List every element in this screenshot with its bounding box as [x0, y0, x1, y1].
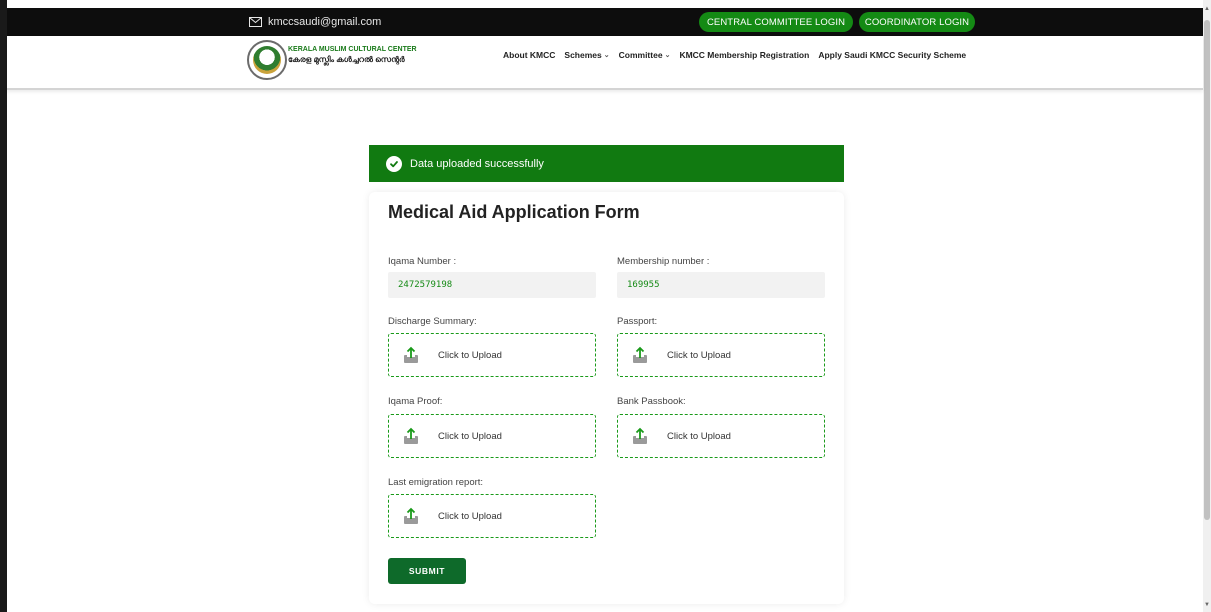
upload-icon: [404, 507, 418, 524]
medical-aid-form-card: Medical Aid Application Form Iqama Numbe…: [369, 192, 844, 604]
page-scrollbar[interactable]: ▲ ▼: [1203, 0, 1211, 612]
last-emigration-report-label: Last emigration report:: [388, 477, 484, 488]
success-alert: Data uploaded successfully: [369, 145, 844, 182]
nav-item-label: Apply Saudi KMCC Security Scheme: [818, 50, 967, 60]
nav-item-label: Schemes: [564, 50, 602, 60]
iqama-proof-upload[interactable]: Click to Upload: [388, 414, 596, 458]
check-circle-icon: [386, 155, 402, 172]
upload-action-text: Click to Upload: [667, 430, 731, 442]
contact-email[interactable]: kmccsaudi@gmail.com: [249, 8, 381, 36]
top-bar: kmccsaudi@gmail.com CENTRAL COMMITTEE LO…: [7, 8, 1203, 36]
nav-item-schemes[interactable]: Schemes ⌄: [564, 50, 609, 60]
scroll-up-icon[interactable]: ▲: [1204, 6, 1210, 12]
submit-button[interactable]: SUBMIT: [388, 558, 466, 584]
discharge-summary-label: Discharge Summary:: [388, 316, 477, 327]
site-header: KERALA MUSLIM CULTURAL CENTER കേരള മുസ്ല…: [7, 36, 1203, 90]
passport-label: Passport:: [617, 316, 658, 327]
success-alert-message: Data uploaded successfully: [410, 157, 544, 170]
last-emigration-report-upload[interactable]: Click to Upload: [388, 494, 596, 538]
brand-name[interactable]: KERALA MUSLIM CULTURAL CENTER കേരള മുസ്ല…: [288, 46, 417, 65]
upload-icon: [633, 346, 647, 363]
scroll-down-icon[interactable]: ▼: [1204, 602, 1210, 608]
window-left-edge: [0, 0, 7, 612]
iqama-number-label: Iqama Number :: [388, 256, 457, 267]
nav-item-committee[interactable]: Committee ⌄: [619, 50, 671, 60]
mail-icon: [249, 17, 262, 27]
brand-name-english: KERALA MUSLIM CULTURAL CENTER: [288, 46, 417, 53]
membership-number-field[interactable]: 169955: [617, 272, 825, 298]
nav-item-label: KMCC Membership Registration: [679, 50, 810, 60]
bank-passbook-label: Bank Passbook:: [617, 396, 686, 407]
contact-email-text: kmccsaudi@gmail.com: [268, 16, 382, 28]
upload-action-text: Click to Upload: [438, 510, 502, 522]
upload-icon: [404, 346, 418, 363]
coordinator-login-button[interactable]: COORDINATOR LOGIN: [859, 12, 975, 32]
upload-action-text: Click to Upload: [438, 349, 502, 361]
iqama-number-field[interactable]: 2472579198: [388, 272, 596, 298]
logo-emblem: [253, 46, 281, 74]
brand-name-malayalam: കേരള മുസ്ലിം കൾച്ചറൽ സെന്റർ: [288, 55, 405, 64]
iqama-proof-label: Iqama Proof:: [388, 396, 443, 407]
nav-item-membership-registration[interactable]: KMCC Membership Registration: [679, 50, 809, 60]
scrollbar-thumb[interactable]: [1204, 20, 1210, 520]
passport-upload[interactable]: Click to Upload: [617, 333, 825, 377]
central-committee-login-button[interactable]: CENTRAL COMMITTEE LOGIN: [699, 12, 853, 32]
form-title: Medical Aid Application Form: [388, 202, 640, 222]
upload-action-text: Click to Upload: [667, 349, 731, 361]
chevron-down-icon: ⌄: [603, 52, 610, 59]
main-nav: About KMCC Schemes ⌄ Committee ⌄ KMCC Memb…: [503, 50, 975, 60]
nav-item-security-scheme[interactable]: Apply Saudi KMCC Security Scheme: [818, 50, 966, 60]
nav-item-label: About KMCC: [503, 50, 556, 60]
membership-number-label: Membership number :: [617, 256, 710, 267]
nav-item-label: Committee: [618, 50, 663, 60]
chevron-down-icon: ⌄: [664, 52, 671, 59]
upload-icon: [404, 427, 418, 444]
bank-passbook-upload[interactable]: Click to Upload: [617, 414, 825, 458]
upload-action-text: Click to Upload: [438, 430, 502, 442]
upload-icon: [633, 427, 647, 444]
discharge-summary-upload[interactable]: Click to Upload: [388, 333, 596, 377]
kmcc-logo[interactable]: [247, 40, 287, 80]
nav-item-about[interactable]: About KMCC: [503, 50, 555, 60]
